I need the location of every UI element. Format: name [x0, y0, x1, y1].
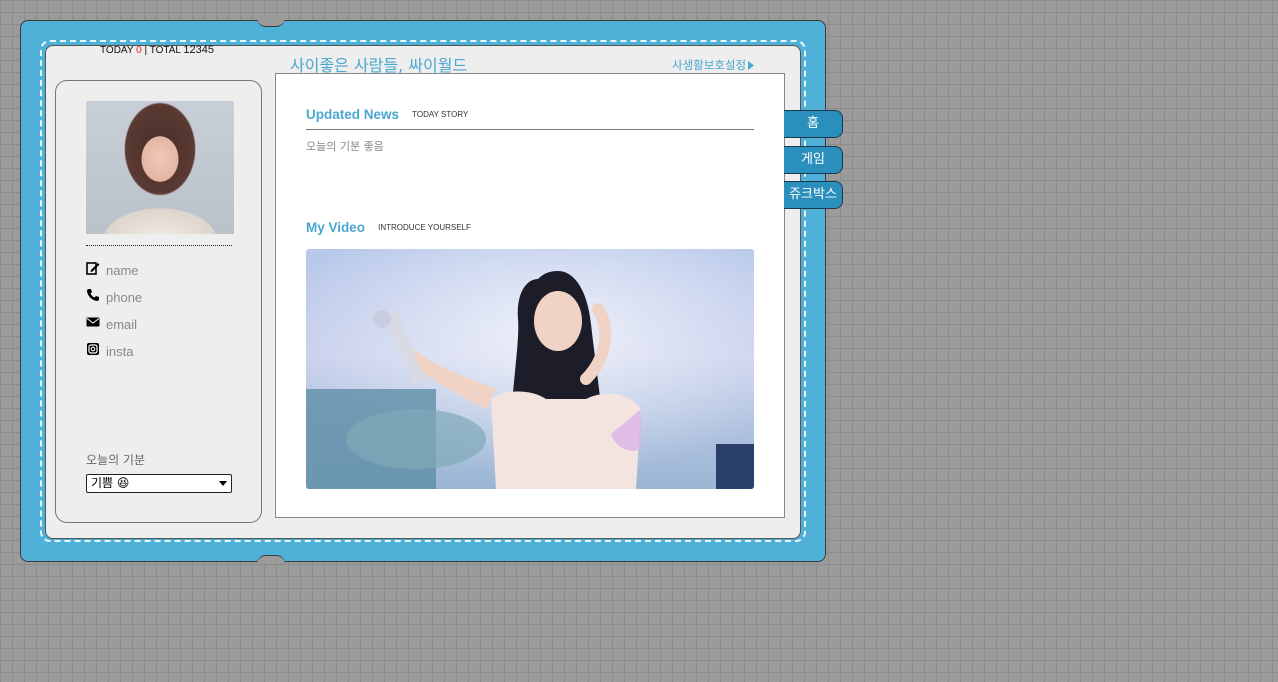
- profile-field-email: email: [86, 311, 142, 338]
- instagram-icon: [86, 341, 100, 355]
- news-item: 오늘의 기분 좋음: [306, 140, 384, 153]
- visitor-counter: TODAY 0 | TOTAL 12345: [82, 44, 232, 56]
- news-divider: [306, 129, 754, 130]
- profile-photo: [86, 101, 234, 234]
- frame-notch-bottom: [257, 555, 285, 564]
- video-title: My Video: [306, 220, 366, 235]
- total-label: TOTAL: [149, 45, 181, 56]
- today-label: TODAY: [99, 45, 134, 56]
- edit-icon: [86, 260, 100, 275]
- profile-field-insta: insta: [86, 338, 142, 365]
- profile-field-phone: phone: [86, 284, 142, 311]
- tab-home[interactable]: 홈: [784, 110, 843, 138]
- news-subtitle: TODAY STORY: [412, 110, 469, 119]
- privacy-settings-link[interactable]: 사생활보호설정: [672, 57, 755, 73]
- counter-separator: |: [144, 45, 148, 56]
- triangle-right-icon: [748, 61, 755, 70]
- phone-icon: [86, 287, 100, 301]
- today-count: 0: [136, 45, 142, 56]
- tab-jukebox[interactable]: 쥬크박스: [784, 181, 843, 209]
- video-thumbnail: [306, 249, 754, 489]
- profile-field-name: name: [86, 257, 142, 284]
- news-header: Updated News TODAY STORY: [306, 104, 468, 123]
- mood-selected-value: 기쁨 😆: [91, 476, 130, 490]
- total-count: 12345: [183, 44, 214, 56]
- tab-game[interactable]: 게임: [784, 146, 843, 174]
- news-title: Updated News: [306, 107, 400, 122]
- video-player[interactable]: [306, 249, 754, 489]
- email-icon: [86, 314, 100, 328]
- profile-field-label: phone: [106, 290, 143, 305]
- profile-field-label: name: [106, 263, 139, 278]
- profile-divider: [86, 245, 232, 246]
- main-content-panel: Updated News TODAY STORY 오늘의 기분 좋음 My Vi…: [275, 73, 785, 518]
- profile-field-label: insta: [106, 344, 134, 359]
- video-subtitle: INTRODUCE YOURSELF: [378, 223, 471, 232]
- chevron-down-icon: [219, 481, 227, 486]
- profile-field-label: email: [106, 317, 138, 332]
- mood-select[interactable]: 기쁨 😆: [86, 474, 232, 493]
- profile-panel: name phone email insta 오늘의 기분 기쁨 😆: [55, 80, 262, 523]
- video-header: My Video INTRODUCE YOURSELF: [306, 217, 471, 236]
- profile-info-list: name phone email insta: [86, 257, 142, 365]
- mood-label: 오늘의 기분: [86, 453, 146, 467]
- privacy-settings-label: 사생활보호설정: [672, 58, 747, 72]
- frame-notch-top: [257, 18, 285, 27]
